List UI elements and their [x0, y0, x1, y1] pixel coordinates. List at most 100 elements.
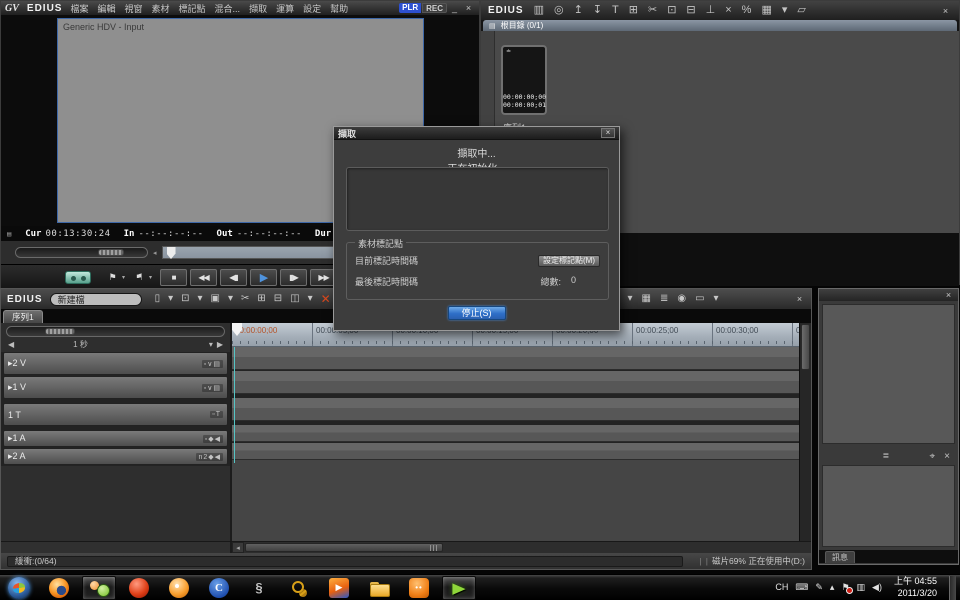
track-buttons[interactable]: ▫∨▤	[202, 360, 223, 368]
menu-item[interactable]: 設定	[303, 2, 321, 15]
timeline-zoom-slider[interactable]	[6, 326, 225, 337]
security-app-icon[interactable]	[122, 576, 156, 600]
close-icon[interactable]: ×	[601, 128, 615, 138]
messenger-icon[interactable]	[82, 576, 116, 600]
dropdown-icon[interactable]: ▾	[228, 294, 233, 304]
step-back-button[interactable]: ◀▮	[220, 269, 247, 286]
open-project-icon[interactable]: ⊡	[181, 294, 189, 304]
close-icon[interactable]: ×	[944, 451, 950, 462]
keys-app-icon[interactable]	[282, 576, 316, 600]
playhead-marker[interactable]	[167, 247, 176, 259]
volume-icon[interactable]: ◀)	[872, 583, 882, 592]
plr-mode-button[interactable]: PLR	[399, 3, 421, 13]
play-button[interactable]: ▶	[250, 269, 277, 286]
taskbar-clock[interactable]: 上午 04:55 2011/3/20	[889, 576, 942, 599]
menu-item[interactable]: 幫助	[330, 2, 348, 15]
close-button[interactable]: ×	[462, 3, 475, 13]
timescale-next-icon[interactable]: ▶	[217, 340, 223, 349]
start-button[interactable]	[2, 576, 36, 600]
show-desktop-button[interactable]	[949, 576, 956, 600]
save-project-icon[interactable]: ▣	[211, 294, 220, 304]
color-correction-icon[interactable]: ◉	[677, 294, 686, 304]
firefox-icon[interactable]	[42, 576, 76, 600]
search-icon[interactable]: ◎	[554, 5, 564, 16]
dropdown-icon[interactable]: ▾	[308, 294, 313, 304]
action-center-icon[interactable]: ⚑	[841, 583, 849, 592]
mark-in-dropdown-icon[interactable]: ▾	[122, 274, 125, 281]
track-header[interactable]: ▸2 A n2◆◀	[3, 448, 228, 465]
export-icon[interactable]: ↥	[574, 5, 583, 16]
horizontal-scrollbar[interactable]	[244, 542, 811, 553]
message-tab[interactable]: 訊息	[825, 551, 855, 563]
set-marker-button[interactable]: 設定標記點(M)	[538, 255, 600, 267]
safe-area-icon[interactable]: ▤	[7, 230, 11, 238]
menu-item[interactable]: 編輯	[97, 2, 115, 15]
shuttle-handle[interactable]	[98, 249, 124, 256]
chevron-down-icon[interactable]: ▾	[209, 340, 213, 349]
palette-divider[interactable]: = ⌖ ×	[819, 447, 958, 465]
cut-icon[interactable]: ✂	[241, 294, 249, 304]
menu-item[interactable]: 混合...	[215, 2, 241, 15]
track-header[interactable]: ▸1 A ▫◆◀	[3, 430, 228, 447]
stop-button[interactable]: ■	[160, 269, 187, 286]
grid-icon[interactable]: ▦	[641, 294, 650, 304]
clip-thumbnail[interactable]: ≐ 00:00:00;00 00:00:00;01	[501, 45, 547, 115]
properties-icon[interactable]: %	[742, 5, 752, 16]
horizontal-scrollbar-handle[interactable]	[245, 543, 443, 552]
chat-app-icon[interactable]: ••	[402, 576, 436, 600]
track-lane[interactable]	[232, 347, 799, 370]
network-icon[interactable]: ▥	[857, 583, 866, 592]
minimize-button[interactable]: _	[448, 3, 461, 13]
menu-item[interactable]: 運算	[276, 2, 294, 15]
pin-icon[interactable]: ⊥	[706, 5, 716, 16]
view-mode-icon[interactable]: ▦	[761, 5, 771, 16]
rewind-button[interactable]: ◀◀	[190, 269, 217, 286]
add-to-timeline-icon[interactable]: ⊞	[629, 5, 638, 16]
track-lane[interactable]	[232, 425, 799, 442]
stop-capture-button[interactable]: 停止(S)	[448, 306, 506, 320]
project-name-field[interactable]	[50, 293, 142, 306]
track-header[interactable]: 1 T ▫T	[3, 403, 228, 426]
menu-item[interactable]: 素材	[152, 2, 170, 15]
media-player-icon[interactable]: ▶	[322, 576, 356, 600]
copy-icon[interactable]: ⊡	[667, 5, 676, 16]
vertical-scrollbar[interactable]	[799, 323, 811, 541]
menu-item[interactable]: 檔案	[70, 2, 88, 15]
mixer-icon[interactable]: ≣	[660, 294, 668, 304]
scroll-left-icon[interactable]: ◂	[232, 542, 244, 553]
track-buttons[interactable]: n2◆◀	[196, 453, 223, 461]
dropdown-icon[interactable]: ▾	[198, 294, 203, 304]
dropdown-icon[interactable]: ▾	[714, 294, 719, 304]
menu-item[interactable]: 標記點	[179, 2, 206, 15]
copy-icon[interactable]: ⊞	[257, 294, 265, 304]
ime-icon[interactable]: §	[242, 576, 276, 600]
bin-folder-bar[interactable]: ▤ 根目錄 (0/1)	[483, 20, 957, 31]
menu-item[interactable]: 擷取	[249, 2, 267, 15]
briefcase-icon[interactable]: ▱	[797, 5, 805, 16]
delete-icon[interactable]: ✕	[321, 293, 331, 305]
divider-handle[interactable]: =	[883, 451, 889, 462]
sequence-tab[interactable]: 序列1	[3, 310, 43, 323]
step-forward-button[interactable]: ▮▶	[280, 269, 307, 286]
track-lane[interactable]	[232, 398, 799, 421]
track-buttons[interactable]: ▫∨▤	[202, 384, 223, 392]
timescale-value[interactable]: 1 秒	[73, 339, 88, 350]
add-file-icon[interactable]: ↧	[593, 5, 602, 16]
deck-tape-icon[interactable]	[65, 271, 91, 284]
timeline-zoom-handle[interactable]	[45, 328, 75, 335]
shuttle-slider[interactable]	[15, 247, 148, 258]
timeline-playhead-line[interactable]	[234, 347, 235, 463]
close-button[interactable]: ×	[793, 294, 806, 304]
delete-icon[interactable]: ×	[725, 5, 731, 16]
pen-icon[interactable]: ✎	[815, 583, 823, 592]
language-indicator[interactable]: CH	[775, 583, 788, 592]
menu-item[interactable]: 視窗	[125, 2, 143, 15]
c-app-icon[interactable]: C	[202, 576, 236, 600]
close-button[interactable]: ×	[939, 6, 952, 16]
keyboard-icon[interactable]: ⌨	[795, 583, 808, 592]
track-lane[interactable]	[232, 443, 799, 460]
edius-icon[interactable]: ▶	[442, 576, 476, 600]
timescale-prev-icon[interactable]: ◀	[8, 340, 14, 349]
palette-options-icon[interactable]: ⌖	[930, 451, 936, 462]
mark-out-button[interactable]: ⚑	[133, 272, 146, 283]
